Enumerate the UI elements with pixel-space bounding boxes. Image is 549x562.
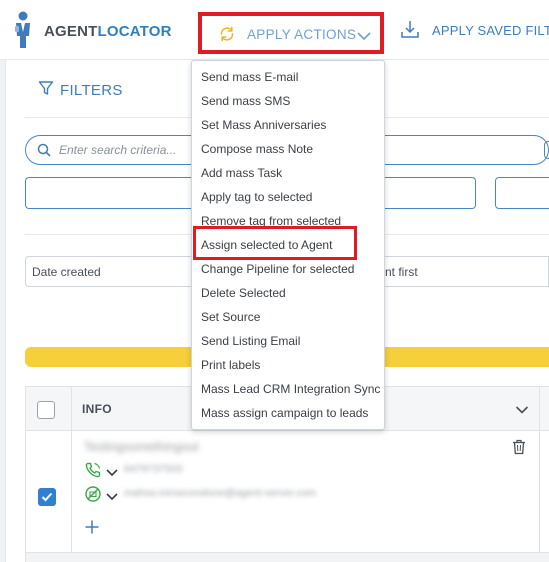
menu-item-send-mass-sms[interactable]: Send mass SMS: [201, 94, 290, 114]
highlight-box: [193, 226, 357, 260]
lead-phone: 6479737503: [124, 463, 183, 475]
menu-item-delete-selected[interactable]: Delete Selected: [201, 286, 286, 306]
email-disabled-icon[interactable]: [84, 485, 102, 508]
table-row[interactable]: Testingsomethingout 6479737503 mahsa.mir…: [26, 431, 549, 553]
refresh-icon: [218, 25, 236, 48]
phone-icon[interactable]: [84, 461, 102, 484]
chevron-down-icon[interactable]: [106, 488, 118, 506]
sort-order-value: nt first: [385, 265, 418, 279]
column-header-info: INFO: [82, 402, 112, 416]
top-header: AGENTLOCATOR APPLY ACTIONS APPLY SAVED F…: [0, 0, 549, 60]
menu-item-change-pipeline[interactable]: Change Pipeline for selected: [201, 262, 354, 282]
apply-actions-label: APPLY ACTIONS: [247, 27, 357, 42]
apply-saved-filters-label: APPLY SAVED FILTE: [432, 23, 549, 38]
chevron-down-icon[interactable]: [106, 464, 118, 482]
menu-item-print-labels[interactable]: Print labels: [201, 358, 260, 378]
apply-actions-button[interactable]: APPLY ACTIONS: [198, 12, 384, 54]
filter-select-2[interactable]: [384, 177, 476, 209]
sort-field-select[interactable]: Date created: [25, 256, 195, 287]
menu-item-set-source[interactable]: Set Source: [201, 310, 260, 330]
search-icon: [37, 143, 51, 162]
menu-item-send-mass-email[interactable]: Send mass E-mail: [201, 70, 298, 90]
search-input-end[interactable]: [384, 135, 549, 165]
menu-item-set-mass-anniversaries[interactable]: Set Mass Anniversaries: [201, 118, 326, 138]
add-icon[interactable]: [84, 519, 100, 540]
lead-email: mahsa.mirsecondone@agent-server.com: [124, 487, 317, 499]
agent-logo-icon: [12, 10, 34, 50]
menu-item-add-mass-task[interactable]: Add mass Task: [201, 166, 282, 186]
chevron-down-icon[interactable]: [515, 402, 529, 420]
menu-item-compose-mass-note[interactable]: Compose mass Note: [201, 142, 313, 162]
brand-name: AGENTLOCATOR: [44, 23, 172, 40]
filters-title: FILTERS: [60, 82, 123, 99]
apply-saved-filters-button[interactable]: APPLY SAVED FILTE: [400, 18, 549, 44]
row-checkbox[interactable]: [38, 488, 56, 506]
menu-item-send-listing-email[interactable]: Send Listing Email: [201, 334, 300, 354]
filter-select-3[interactable]: [495, 177, 549, 209]
select-all-checkbox[interactable]: [37, 401, 55, 419]
table-row[interactable]: [26, 553, 549, 562]
filter-select-1[interactable]: [25, 177, 195, 209]
menu-item-mass-assign-campaign[interactable]: Mass assign campaign to leads: [201, 406, 368, 426]
sort-order-select[interactable]: nt first: [384, 256, 549, 287]
menu-item-crm-integration-sync[interactable]: Mass Lead CRM Integration Sync: [201, 382, 380, 402]
filters-toggle[interactable]: FILTERS: [38, 80, 123, 101]
trash-icon[interactable]: [512, 439, 526, 460]
sort-field-value: Date created: [32, 265, 101, 279]
search-input[interactable]: Enter search criteria...: [25, 135, 205, 165]
menu-item-apply-tag[interactable]: Apply tag to selected: [201, 190, 312, 210]
lead-name[interactable]: Testingsomethingout: [84, 440, 199, 454]
filter-funnel-icon: [38, 80, 54, 101]
left-sidebar-strip: [0, 60, 6, 562]
chevron-down-icon: [357, 28, 371, 46]
download-icon: [400, 19, 420, 44]
search-placeholder: Enter search criteria...: [59, 143, 177, 157]
